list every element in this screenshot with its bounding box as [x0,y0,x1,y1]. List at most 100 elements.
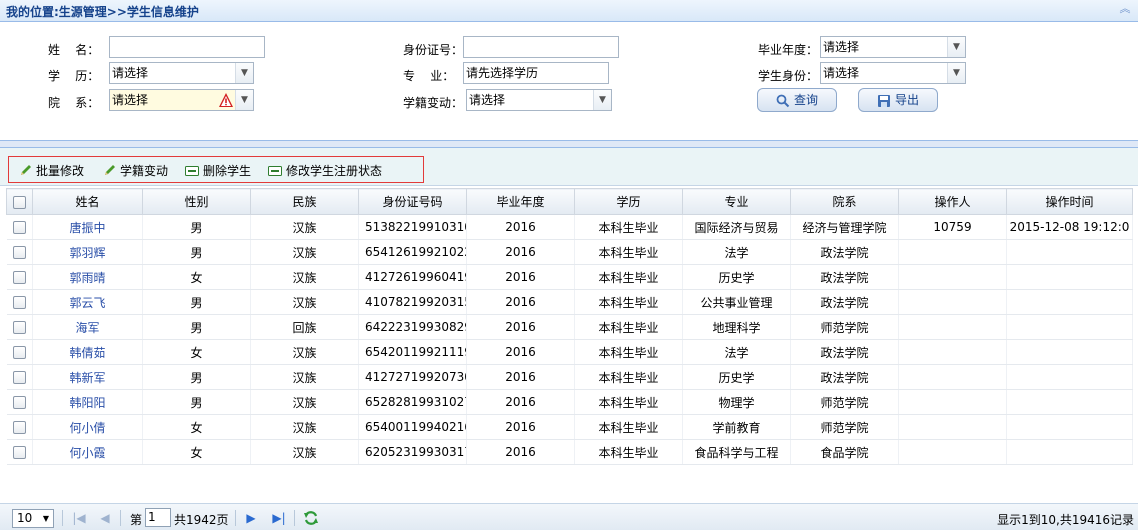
column-header[interactable]: 身份证号码 [358,188,467,215]
major-input[interactable]: 请先选择学历 [463,62,609,84]
table-cell: 65282819931027 [358,389,467,415]
student-name-link[interactable]: 郭雨晴 [32,264,143,290]
chevron-down-icon[interactable]: ▼ [947,63,965,83]
table-row[interactable]: 唐振中男汉族 51382219910310 2016 本科生毕业 国际经济与贸易 经济与管… [6,214,1133,240]
student-name-link[interactable]: 何小倩 [32,414,143,440]
row-select-cell[interactable] [6,414,33,440]
student-name-link[interactable]: 郭羽辉 [32,239,143,265]
column-header[interactable]: 学历 [574,188,683,215]
table-cell: 男 [142,214,251,240]
checkbox[interactable] [12,296,26,309]
row-select-cell[interactable] [6,314,33,340]
search-form: 姓 名： 身份证号： 毕业年度： 请选择 ▼ 学 历： 请选择 ▼ 专 业： 请… [0,22,1138,140]
table-cell: 师范学院 [790,414,899,440]
college-select[interactable]: 请选择 ▼ [109,89,254,111]
chevron-down-icon[interactable]: ▼ [593,90,611,110]
chevron-down-icon[interactable]: ▼ [235,63,253,83]
table-cell: 男 [142,389,251,415]
prev-page-icon[interactable]: ◀ [98,511,112,525]
chevron-down-icon[interactable]: ▼ [235,90,253,110]
grad-year-value: 请选择 [823,40,860,54]
chevron-down-icon[interactable]: ▼ [43,510,49,527]
table-row[interactable]: 海军男回族 64222319930829 2016 本科生毕业 地理科学 师范学院 [6,314,1133,340]
checkbox[interactable] [12,321,26,334]
checkbox[interactable] [12,271,26,284]
row-select-cell[interactable] [6,239,33,265]
table-row[interactable]: 郭雨晴女汉族 41272619960419 2016 本科生毕业 历史学 政法学院 [6,264,1133,290]
export-button[interactable]: 导出 [858,88,938,112]
last-page-icon[interactable]: ▶| [272,511,286,525]
table-cell: 国际经济与贸易 [682,214,791,240]
table-body: 唐振中男汉族 51382219910310 2016 本科生毕业 国际经济与贸易 经济与管… [6,214,1133,465]
table-row[interactable]: 韩新军男汉族 41272719920730 2016 本科生毕业 历史学 政法学院 [6,364,1133,390]
row-select-cell[interactable] [6,264,33,290]
table-row[interactable]: 何小霞女汉族 62052319930317 2016 本科生毕业 食品科学与工程 食品学院 [6,439,1133,465]
column-header[interactable]: 毕业年度 [466,188,575,215]
table-row[interactable]: 韩阳阳男汉族 65282819931027 2016 本科生毕业 物理学 师范学院 [6,389,1133,415]
checkbox[interactable] [13,195,26,209]
batch-edit-button[interactable]: 批量修改 [19,162,84,179]
collapse-icon[interactable]: ︽ [1118,2,1132,16]
table-row[interactable]: 郭羽辉男汉族 65412619921022 2016 本科生毕业 法学 政法学院 [6,239,1133,265]
table-row[interactable]: 韩倩茹女汉族 65420119921119 2016 本科生毕业 法学 政法学院 [6,339,1133,365]
column-header[interactable]: 性别 [142,188,251,215]
name-input[interactable] [109,36,265,58]
table-cell: 本科生毕业 [574,364,683,390]
search-button[interactable]: 查询 [757,88,837,112]
table-cell: 师范学院 [790,389,899,415]
table-cell: 地理科学 [682,314,791,340]
row-select-cell[interactable] [6,339,33,365]
first-page-icon[interactable]: |◀ [72,511,86,525]
page-number-input[interactable]: 1 [145,508,171,527]
row-select-cell[interactable] [6,289,33,315]
refresh-icon[interactable] [303,510,319,526]
education-value: 请选择 [112,66,149,80]
change-select[interactable]: 请选择 ▼ [466,89,612,111]
idcard-input[interactable] [463,36,619,58]
delete-student-button[interactable]: 删除学生 [185,162,251,179]
table-row[interactable]: 何小倩女汉族 65400119940216 2016 本科生毕业 学前教育 师范学院 [6,414,1133,440]
student-name-link[interactable]: 郭云飞 [32,289,143,315]
table-cell: 本科生毕业 [574,289,683,315]
table-cell: 汉族 [250,264,359,290]
checkbox[interactable] [12,371,26,384]
checkbox[interactable] [12,346,26,359]
table-cell [898,289,1007,315]
student-name-link[interactable]: 韩阳阳 [32,389,143,415]
student-name-link[interactable]: 韩倩茹 [32,339,143,365]
column-header[interactable]: 操作人 [898,188,1007,215]
page-prefix: 第 [130,513,143,527]
select-all-cell[interactable] [6,188,33,215]
grad-year-select[interactable]: 请选择 ▼ [820,36,966,58]
checkbox[interactable] [12,396,26,409]
column-header[interactable]: 院系 [790,188,899,215]
warning-icon [219,93,233,107]
checkbox[interactable] [12,421,26,434]
checkbox[interactable] [12,446,26,459]
student-name-link[interactable]: 海军 [32,314,143,340]
student-status-select[interactable]: 请选择 ▼ [820,62,966,84]
page-size-select[interactable]: 10 ▼ [12,509,54,528]
column-header[interactable]: 民族 [250,188,359,215]
student-name-link[interactable]: 何小霞 [32,439,143,465]
checkbox[interactable] [12,221,26,234]
search-button-label: 查询 [793,93,818,107]
edit-register-button[interactable]: 修改学生注册状态 [268,162,382,179]
table-row[interactable]: 郭云飞男汉族 41078219920315 2016 本科生毕业 公共事业管理 政法学院 [6,289,1133,315]
column-header[interactable]: 操作时间 [1006,188,1133,215]
row-select-cell[interactable] [6,214,33,240]
next-page-icon[interactable]: ▶ [244,511,258,525]
row-select-cell[interactable] [6,364,33,390]
column-header[interactable]: 姓名 [32,188,143,215]
status-change-button[interactable]: 学籍变动 [103,162,168,179]
chevron-down-icon[interactable]: ▼ [947,37,965,57]
table-cell: 法学 [682,239,791,265]
row-select-cell[interactable] [6,389,33,415]
checkbox[interactable] [12,246,26,259]
student-name-link[interactable]: 唐振中 [32,214,143,240]
table-cell [1006,289,1133,315]
column-header[interactable]: 专业 [682,188,791,215]
row-select-cell[interactable] [6,439,33,465]
student-name-link[interactable]: 韩新军 [32,364,143,390]
education-select[interactable]: 请选择 ▼ [109,62,254,84]
